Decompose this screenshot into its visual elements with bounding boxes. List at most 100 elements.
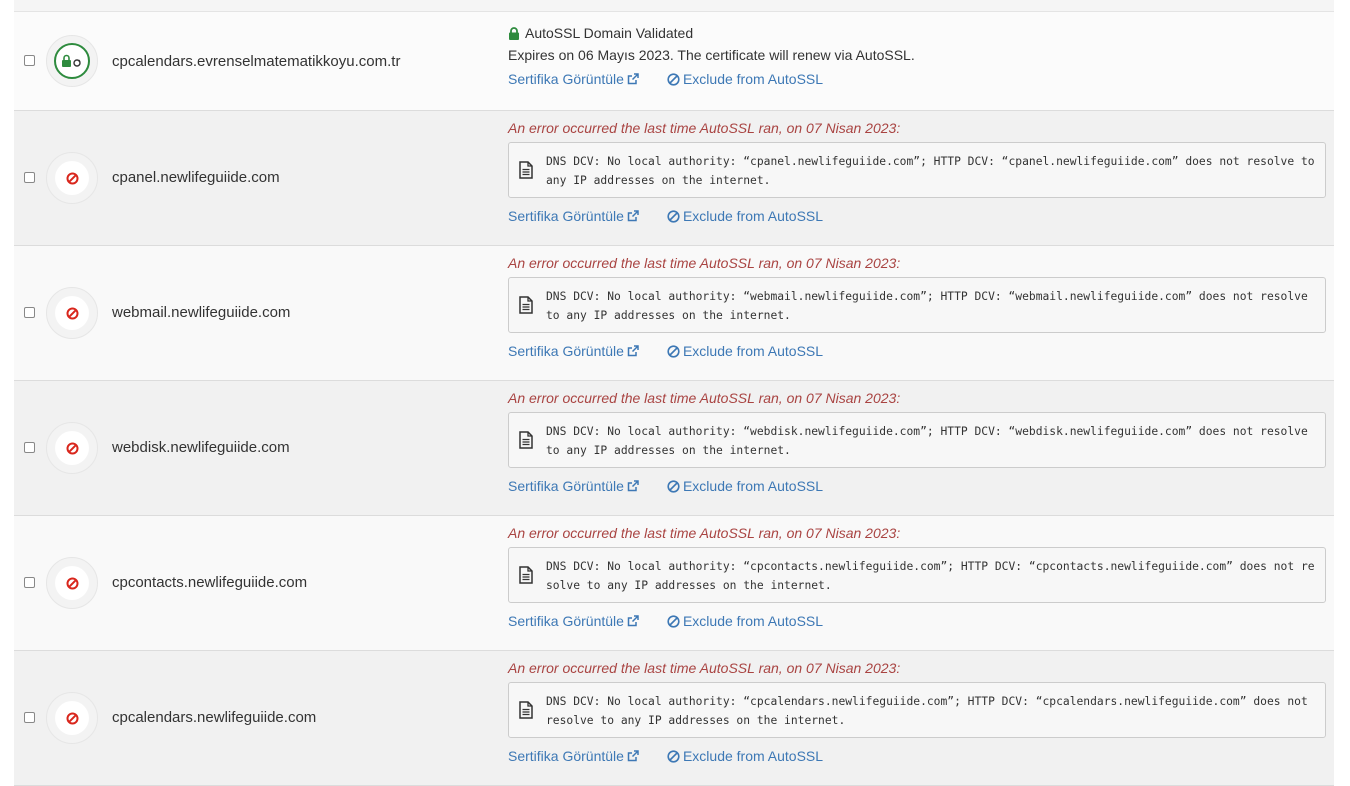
ban-icon (667, 209, 680, 223)
row-checkbox[interactable] (24, 442, 35, 453)
certificate-details: An error occurred the last time AutoSSL … (508, 120, 1326, 224)
error-message-box: DNS DCV: No local authority: “cpcontacts… (508, 547, 1326, 603)
table-row: webdisk.newlifeguiide.com An error occurr… (14, 381, 1334, 516)
document-icon (519, 566, 533, 589)
error-rows: cpanel.newlifeguiide.com An error occurre… (14, 111, 1334, 786)
document-icon (519, 431, 533, 454)
error-heading: An error occurred the last time AutoSSL … (508, 525, 901, 541)
exclude-autossl-label: Exclude from AutoSSL (682, 478, 824, 494)
error-message-box: DNS DCV: No local authority: “webmail.ne… (508, 277, 1326, 333)
table-row: cpcalendars.newlifeguiide.com An error oc… (14, 651, 1334, 786)
ban-icon (667, 72, 680, 86)
prohibited-icon (55, 431, 89, 465)
domain-name: cpcalendars.newlifeguiide.com (112, 709, 317, 726)
document-icon (519, 701, 533, 724)
view-certificate-link[interactable]: Sertifika Görüntüle (508, 208, 639, 224)
certificate-details: An error occurred the last time AutoSSL … (508, 390, 1326, 494)
row-actions: Sertifika Görüntüle Exclude from AutoSSL (508, 748, 1326, 764)
exclude-autossl-label: Exclude from AutoSSL (682, 208, 824, 224)
error-message: DNS DCV: No local authority: “webdisk.ne… (546, 425, 1308, 457)
row-actions: Sertifika Görüntüle Exclude from AutoSSL (508, 343, 1326, 359)
view-certificate-link[interactable]: Sertifika Görüntüle (508, 478, 639, 494)
view-certificate-link[interactable]: Sertifika Görüntüle (508, 343, 639, 359)
document-icon (519, 296, 533, 319)
error-message: DNS DCV: No local authority: “webmail.ne… (546, 290, 1308, 322)
status-badge (46, 35, 98, 87)
ban-icon (667, 344, 680, 358)
row-checkbox[interactable] (24, 577, 35, 588)
view-certificate-link[interactable]: Sertifika Görüntüle (508, 748, 639, 764)
error-message-box: DNS DCV: No local authority: “cpanel.new… (508, 142, 1326, 198)
exclude-autossl-label: Exclude from AutoSSL (682, 71, 824, 87)
view-certificate-label: Sertifika Görüntüle (508, 343, 624, 359)
external-link-icon (627, 615, 639, 627)
error-heading: An error occurred the last time AutoSSL … (508, 660, 901, 676)
external-link-icon (627, 480, 639, 492)
domain-name: webdisk.newlifeguiide.com (112, 439, 290, 456)
ban-icon (667, 749, 680, 763)
prohibited-icon (55, 701, 89, 735)
domain-name: cpanel.newlifeguiide.com (112, 169, 280, 186)
exclude-autossl-link[interactable]: Exclude from AutoSSL (667, 748, 823, 764)
domain-name: webmail.newlifeguiide.com (112, 304, 291, 321)
external-link-icon (627, 73, 639, 85)
row-actions: Sertifika Görüntüle Exclude from AutoSSL (508, 478, 1326, 494)
ssl-status-table: cpcalendars.evrenselmatematikkoyu.com.tr… (14, 0, 1334, 786)
error-heading: An error occurred the last time AutoSSL … (508, 390, 901, 406)
exclude-autossl-link[interactable]: Exclude from AutoSSL (667, 71, 823, 87)
view-certificate-label: Sertifika Görüntüle (508, 71, 624, 87)
error-message: DNS DCV: No local authority: “cpanel.new… (546, 155, 1315, 187)
table-row: cpanel.newlifeguiide.com An error occurre… (14, 111, 1334, 246)
status-badge (46, 152, 98, 204)
error-message-box: DNS DCV: No local authority: “webdisk.ne… (508, 412, 1326, 468)
table-row: cpcalendars.evrenselmatematikkoyu.com.tr… (14, 12, 1334, 111)
exclude-autossl-link[interactable]: Exclude from AutoSSL (667, 208, 823, 224)
row-checkbox[interactable] (24, 712, 35, 723)
view-certificate-link[interactable]: Sertifika Görüntüle (508, 613, 639, 629)
exclude-autossl-label: Exclude from AutoSSL (682, 343, 824, 359)
ban-icon (667, 614, 680, 628)
exclude-autossl-link[interactable]: Exclude from AutoSSL (667, 478, 823, 494)
expiry-text: Expires on 06 Mayıs 2023. The certificat… (508, 47, 915, 63)
prohibited-icon (55, 161, 89, 195)
lock-sync-icon (54, 43, 90, 79)
exclude-autossl-label: Exclude from AutoSSL (682, 748, 824, 764)
status-badge (46, 692, 98, 744)
row-checkbox[interactable] (24, 172, 35, 183)
view-certificate-link[interactable]: Sertifika Görüntüle (508, 71, 639, 87)
exclude-autossl-link[interactable]: Exclude from AutoSSL (667, 343, 823, 359)
validated-label: AutoSSL Domain Validated (525, 25, 694, 41)
lock-icon (509, 26, 519, 40)
table-row: cpcontacts.newlifeguiide.com An error occ… (14, 516, 1334, 651)
external-link-icon (627, 210, 639, 222)
row-actions: Sertifika Görüntüle Exclude from AutoSSL (508, 613, 1326, 629)
table-top-strip (14, 0, 1334, 12)
prohibited-icon (55, 566, 89, 600)
domain-name: cpcalendars.evrenselmatematikkoyu.com.tr (112, 53, 401, 70)
external-link-icon (627, 345, 639, 357)
status-badge (46, 422, 98, 474)
domain-name: cpcontacts.newlifeguiide.com (112, 574, 308, 591)
external-link-icon (627, 750, 639, 762)
view-certificate-label: Sertifika Görüntüle (508, 478, 624, 494)
view-certificate-label: Sertifika Görüntüle (508, 208, 624, 224)
certificate-details: An error occurred the last time AutoSSL … (508, 255, 1326, 359)
row-actions: Sertifika Görüntüle Exclude from AutoSSL (508, 71, 1326, 87)
row-actions: Sertifika Görüntüle Exclude from AutoSSL (508, 208, 1326, 224)
row-checkbox[interactable] (24, 55, 35, 66)
error-heading: An error occurred the last time AutoSSL … (508, 120, 901, 136)
view-certificate-label: Sertifika Görüntüle (508, 613, 624, 629)
status-badge (46, 557, 98, 609)
error-message: DNS DCV: No local authority: “cpcontacts… (546, 560, 1315, 592)
table-row: webmail.newlifeguiide.com An error occurr… (14, 246, 1334, 381)
certificate-details: An error occurred the last time AutoSSL … (508, 525, 1326, 629)
document-icon (519, 161, 533, 184)
exclude-autossl-link[interactable]: Exclude from AutoSSL (667, 613, 823, 629)
certificate-details: An error occurred the last time AutoSSL … (508, 660, 1326, 764)
exclude-autossl-label: Exclude from AutoSSL (682, 613, 824, 629)
row-checkbox[interactable] (24, 307, 35, 318)
certificate-details: AutoSSL Domain Validated Expires on 06 M… (508, 25, 1326, 87)
status-badge (46, 287, 98, 339)
view-certificate-label: Sertifika Görüntüle (508, 748, 624, 764)
ban-icon (667, 479, 680, 493)
